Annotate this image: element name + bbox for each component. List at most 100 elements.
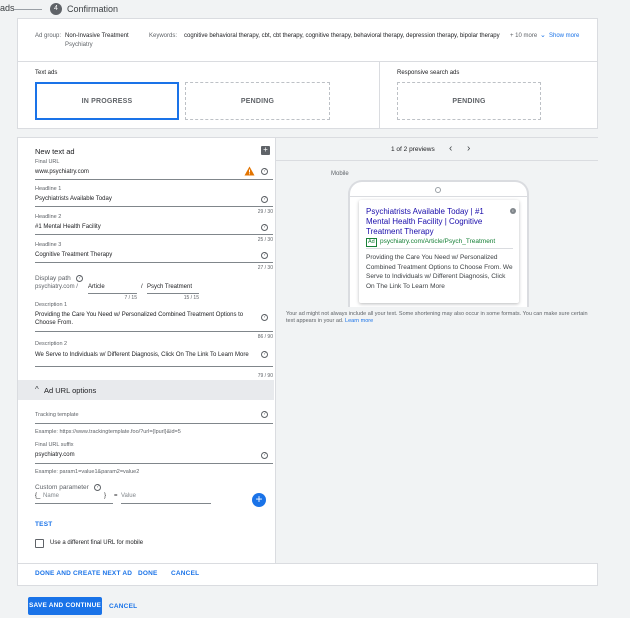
step-number-badge: 4 (50, 3, 62, 15)
description-1-counter: 86 / 90 (257, 334, 273, 340)
page-cancel-button[interactable]: CANCEL (109, 603, 137, 610)
tracking-template-example: Example: https://www.trackingtemplate.fo… (35, 429, 181, 435)
param-name-input[interactable]: Name (43, 493, 59, 499)
preview-description: Providing the Care You Need w/ Personali… (366, 254, 513, 290)
test-button[interactable]: TEST (35, 521, 52, 528)
display-domain: psychiatry.com / (35, 284, 78, 290)
field-underline (35, 206, 273, 207)
help-icon[interactable]: ? (261, 452, 268, 459)
preview-headline: Psychiatrists Available Today | #1 Menta… (366, 207, 484, 236)
help-icon[interactable]: ? (261, 411, 268, 418)
param-equals: = (114, 493, 118, 499)
ad-preview-pane: 1 of 2 previews ‹ › Mobile Psychiatrists… (275, 138, 598, 563)
preview-device-label: Mobile (331, 171, 349, 177)
preview-display-url: psychiatry.com/Article/Psych_Treatment (380, 238, 496, 245)
cancel-button[interactable]: CANCEL (171, 570, 199, 577)
warning-icon (244, 166, 255, 176)
divider (350, 196, 527, 197)
responsive-pending-tile[interactable]: PENDING (397, 82, 541, 120)
ad-group-card: Ad group: Non-Invasive Treatment Psychia… (17, 18, 598, 129)
description-2-input[interactable]: We Serve to Individuals w/ Different Dia… (35, 352, 249, 358)
field-underline (35, 234, 273, 235)
ad-group-label: Ad group: (35, 33, 62, 39)
headline-1-input[interactable]: Psychiatrists Available Today (35, 196, 112, 202)
divider (18, 563, 597, 564)
headline-3-label: Headline 3 (35, 242, 62, 248)
field-underline (35, 503, 113, 504)
learn-more-link[interactable]: Learn more (345, 318, 373, 324)
preview-counter: 1 of 2 previews (391, 146, 435, 153)
ad-preview: Psychiatrists Available Today | #1 Menta… (359, 200, 519, 303)
preview-header: 1 of 2 previews ‹ › (276, 138, 598, 161)
description-2-label: Description 2 (35, 341, 68, 347)
add-icon[interactable]: + (261, 146, 270, 155)
ad-group-category: Psychiatry (65, 42, 93, 48)
show-more-link[interactable]: Show more (549, 33, 579, 39)
field-underline (35, 179, 273, 180)
final-url-input[interactable]: www.psychiatry.com (35, 169, 89, 175)
final-url-label: Final URL (35, 159, 60, 165)
field-underline (35, 331, 273, 332)
help-icon[interactable]: ? (261, 252, 268, 259)
keywords-list: cognitive behavioral therapy, cbt, cbt t… (184, 33, 500, 39)
divider (379, 61, 380, 128)
step-prev-label: ads (0, 3, 15, 13)
ad-badge: Ad (366, 238, 377, 247)
headline-3-counter: 27 / 30 (257, 265, 273, 271)
final-url-suffix-input[interactable]: psychiatry.com (35, 452, 75, 458)
chevron-up-icon: ^ (35, 385, 39, 394)
responsive-ads-heading: Responsive search ads (397, 70, 460, 76)
field-underline (35, 366, 273, 367)
custom-parameter-label: Custom parameter (35, 484, 89, 491)
description-2-counter: 79 / 90 (257, 373, 273, 379)
field-underline (35, 463, 273, 464)
path-2-input[interactable]: Psych Treatment (147, 284, 192, 290)
tracking-template-label: Tracking template (35, 412, 79, 418)
param-close-brace: } (104, 493, 107, 499)
field-underline (147, 293, 199, 294)
text-ads-heading: Text ads (35, 70, 58, 76)
final-url-suffix-example: Example: param1=value1&param2=value2 (35, 469, 140, 475)
status-pending-tile[interactable]: PENDING (185, 82, 330, 120)
next-preview-icon[interactable]: › (467, 143, 470, 154)
headline-2-counter: 25 / 30 (257, 237, 273, 243)
help-icon[interactable]: ? (94, 484, 101, 491)
help-icon[interactable]: ? (261, 351, 268, 358)
help-icon[interactable]: ? (261, 314, 268, 321)
chevron-down-icon[interactable]: ⌄ (540, 31, 546, 39)
param-value-input[interactable]: Value (121, 493, 136, 499)
path-1-input[interactable]: Article (88, 284, 105, 290)
tracking-template-input[interactable] (35, 423, 273, 424)
help-icon[interactable]: ? (261, 196, 268, 203)
help-icon[interactable]: ? (261, 224, 268, 231)
ad-url-options-toggle[interactable]: ^ Ad URL options (18, 380, 274, 400)
done-and-create-next-ad-button[interactable]: DONE AND CREATE NEXT AD (35, 570, 132, 577)
add-parameter-icon[interactable]: + (252, 493, 266, 507)
ad-url-options-label: Ad URL options (44, 386, 97, 395)
prev-preview-icon[interactable]: ‹ (449, 143, 452, 154)
description-1-input-line1[interactable]: Providing the Care You Need w/ Personali… (35, 312, 243, 318)
help-icon[interactable]: ? (261, 168, 268, 175)
text-ad-editor-card: New text ad + Final URL www.psychiatry.c… (17, 137, 598, 586)
info-icon[interactable]: i (510, 208, 516, 214)
more-keywords-count: + 10 more (510, 33, 538, 39)
help-icon[interactable]: ? (76, 275, 83, 282)
headline-1-label: Headline 1 (35, 186, 62, 192)
field-underline (121, 503, 211, 504)
divider (366, 248, 513, 249)
description-1-input-line2[interactable]: Choose From. (35, 320, 73, 326)
divider (18, 61, 597, 62)
mobile-url-checkbox[interactable] (35, 539, 44, 548)
mobile-url-checkbox-label: Use a different final URL for mobile (50, 540, 144, 546)
save-and-continue-button[interactable]: SAVE AND CONTINUE (28, 597, 102, 615)
final-url-suffix-label: Final URL suffix (35, 442, 74, 448)
done-button[interactable]: DONE (138, 570, 158, 577)
status-in-progress-tile[interactable]: IN PROGRESS (35, 82, 179, 120)
step-connector (14, 9, 42, 10)
path-2-counter: 15 / 15 (183, 295, 199, 301)
display-path-label: Display path (35, 275, 71, 282)
path-separator: / (141, 284, 143, 290)
headline-3-input[interactable]: Cognitive Treatment Therapy (35, 252, 112, 258)
headline-2-input[interactable]: #1 Mental Health Facility (35, 224, 101, 230)
path-1-counter: 7 / 15 (124, 295, 137, 301)
